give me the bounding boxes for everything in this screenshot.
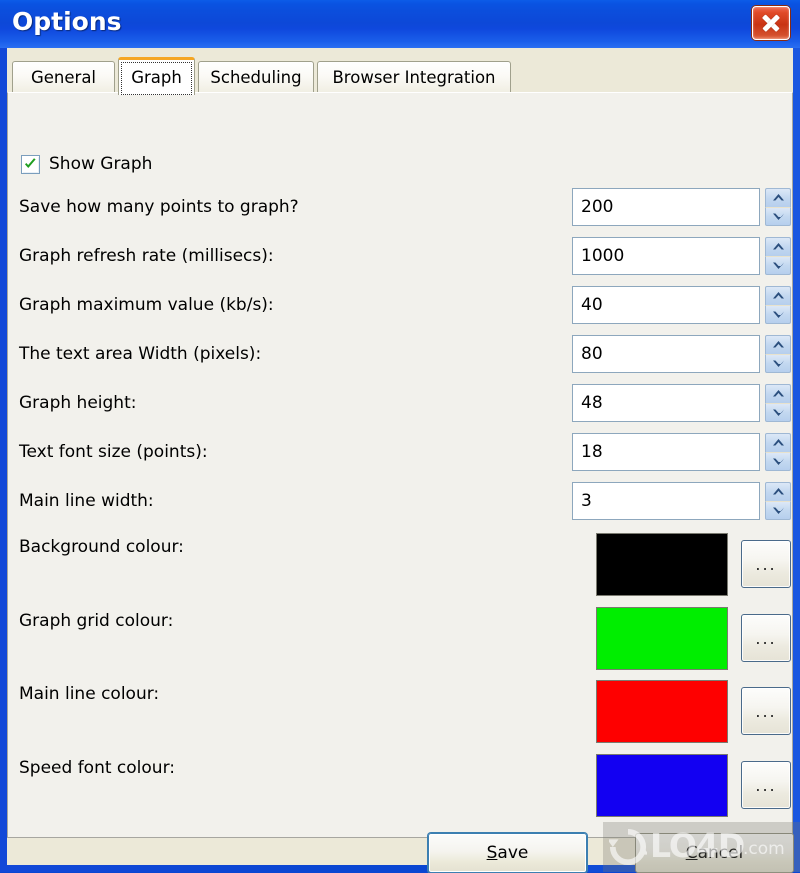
row-graph-grid-colour: Graph grid colour:... [8,607,792,670]
input-save-how-many-points-to-graph[interactable]: 200 [572,188,760,226]
chevron-down-icon[interactable] [765,353,791,373]
chevron-up-icon[interactable] [765,384,791,403]
tab-page-graph: Show Graph Save how many points to graph… [7,92,793,838]
label-speed-font-colour: Speed font colour: [19,758,175,778]
row-speed-font-colour: Speed font colour:... [8,754,792,817]
cancel-button-label: Cancel [685,843,744,863]
chevron-up-icon[interactable] [765,335,791,354]
label-text-font-size-points: Text font size (points): [19,442,208,462]
save-button[interactable]: Save [428,833,587,873]
options-dialog-window: Options General Graph Scheduling Browser In… [0,0,800,873]
spinner-the-text-area-width-pixels [765,335,791,373]
label-main-line-colour: Main line colour: [19,684,160,704]
tab-label: Browser Integration [332,68,496,87]
spinner-graph-height [765,384,791,422]
browse-button-background-colour[interactable]: ... [741,540,791,588]
row-main-line-width: Main line width: 3 [8,482,792,520]
input-graph-height[interactable]: 48 [572,384,760,422]
chevron-down-icon[interactable] [765,304,791,324]
swatch-background-colour[interactable] [596,533,728,596]
label-graph-height: Graph height: [19,393,137,413]
cancel-button[interactable]: Cancel [635,833,794,873]
input-text-font-size-points[interactable]: 18 [572,433,760,471]
tab-strip: General Graph Scheduling Browser Integratio… [7,55,793,95]
close-icon[interactable] [752,6,790,40]
dialog-client-area: General Graph Scheduling Browser Integratio… [7,48,794,873]
label-main-line-width: Main line width: [19,491,154,511]
chevron-down-icon[interactable] [765,402,791,422]
check-icon [25,157,36,168]
row-background-colour: Background colour:... [8,533,792,596]
tab-general[interactable]: General [12,61,115,93]
label-graph-refresh-rate-millisecs: Graph refresh rate (millisecs): [19,246,274,266]
chevron-down-icon[interactable] [765,500,791,520]
input-graph-refresh-rate-millisecs[interactable]: 1000 [572,237,760,275]
input-the-text-area-width-pixels[interactable]: 80 [572,335,760,373]
chevron-up-icon[interactable] [765,482,791,501]
row-graph-maximum-value-kb-s: Graph maximum value (kb/s): 40 [8,286,792,324]
row-text-font-size-points: Text font size (points): 18 [8,433,792,471]
chevron-down-icon[interactable] [765,255,791,275]
row-main-line-colour: Main line colour:... [8,680,792,743]
label-the-text-area-width-pixels: The text area Width (pixels): [19,344,262,364]
chevron-up-icon[interactable] [765,237,791,256]
swatch-speed-font-colour[interactable] [596,754,728,817]
tab-label: General [30,68,97,87]
chevron-down-icon[interactable] [765,206,791,226]
spinner-graph-maximum-value-kb-s [765,286,791,324]
label-save-how-many-points-to-graph: Save how many points to graph? [19,197,299,217]
spinner-graph-refresh-rate-millisecs [765,237,791,275]
checkbox-box [21,154,40,174]
dialog-button-bar: Save Cancel [7,833,794,873]
show-graph-checkbox[interactable]: Show Graph [21,152,152,176]
tab-graph[interactable]: Graph [118,57,195,95]
row-save-how-many-points-to-graph: Save how many points to graph? 200 [8,188,792,226]
chevron-up-icon[interactable] [765,188,791,207]
tab-label: Graph [131,68,182,87]
browse-button-graph-grid-colour[interactable]: ... [741,614,791,662]
show-graph-label: Show Graph [49,154,153,174]
chevron-up-icon[interactable] [765,286,791,305]
label-graph-maximum-value-kb-s: Graph maximum value (kb/s): [19,295,274,315]
label-graph-grid-colour: Graph grid colour: [19,611,174,631]
row-graph-refresh-rate-millisecs: Graph refresh rate (millisecs): 1000 [8,237,792,275]
tab-browser-integration[interactable]: Browser Integration [317,61,511,93]
save-button-label: Save [486,843,529,863]
title-bar: Options [0,0,800,48]
chevron-down-icon[interactable] [765,451,791,471]
input-main-line-width[interactable]: 3 [572,482,760,520]
tab-scheduling[interactable]: Scheduling [198,61,314,93]
tab-label: Scheduling [210,68,302,87]
input-graph-maximum-value-kb-s[interactable]: 40 [572,286,760,324]
swatch-graph-grid-colour[interactable] [596,607,728,670]
row-graph-height: Graph height: 48 [8,384,792,422]
browse-button-speed-font-colour[interactable]: ... [741,761,791,809]
chevron-up-icon[interactable] [765,433,791,452]
spinner-main-line-width [765,482,791,520]
row-the-text-area-width-pixels: The text area Width (pixels): 80 [8,335,792,373]
swatch-main-line-colour[interactable] [596,680,728,743]
spinner-text-font-size-points [765,433,791,471]
browse-button-main-line-colour[interactable]: ... [741,687,791,735]
label-background-colour: Background colour: [19,537,184,557]
window-title: Options [12,7,122,36]
spinner-save-how-many-points-to-graph [765,188,791,226]
